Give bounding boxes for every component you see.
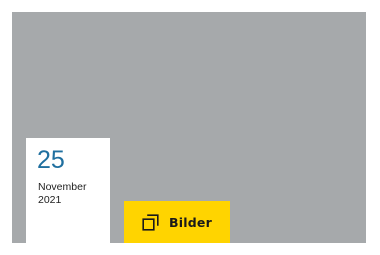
date-day: 25 [37,146,65,174]
date-badge: 25 November 2021 [26,138,110,243]
gallery-button-label: Bilder [169,214,212,230]
news-card: 25 November 2021 Bilder [12,12,366,243]
gallery-button[interactable]: Bilder [124,201,230,243]
gallery-copy-icon [142,213,159,231]
date-month: November [38,181,87,193]
date-year: 2021 [38,194,62,206]
